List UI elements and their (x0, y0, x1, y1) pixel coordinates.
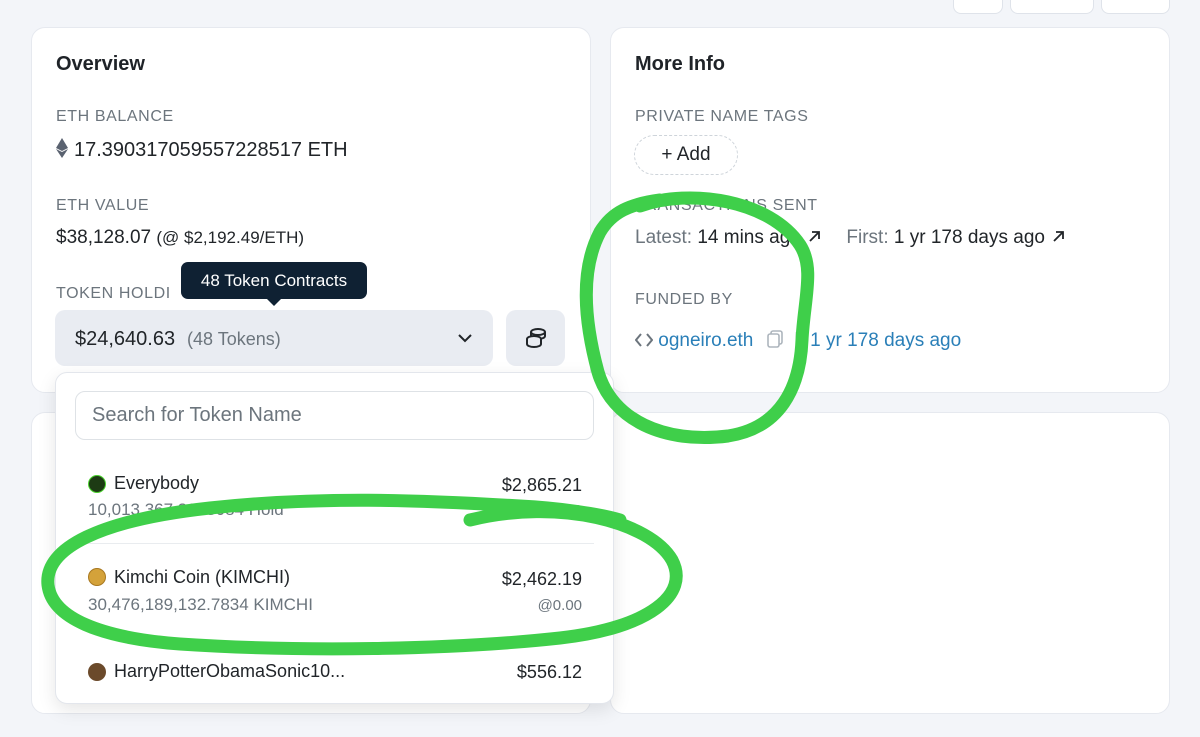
external-link-icon[interactable] (808, 230, 821, 243)
token-logo-icon (88, 568, 106, 586)
token-name: Everybody (114, 473, 200, 493)
token-usd-value: $2,865.21 (501, 475, 582, 495)
overview-title: Overview (56, 53, 145, 75)
chevron-down-icon (458, 334, 472, 343)
token-name: HarryPotterObamaSonic10... (114, 661, 346, 681)
token-dropdown-menu: Everybody $2,865.21 10,013,367.3633084 H… (55, 372, 614, 704)
funded-by-time[interactable]: 1 yr 178 days ago (810, 330, 961, 351)
eth-value-amount: $38,128.07 (56, 227, 152, 248)
first-value[interactable]: 1 yr 178 days ago (894, 227, 1045, 248)
code-brackets-icon (634, 333, 654, 347)
holdings-count: (48 Tokens) (187, 329, 281, 349)
token-usd-value: $2,462.19 (501, 569, 582, 589)
funded-by-separator: | (793, 330, 799, 351)
token-rate: @0.00 (537, 597, 582, 614)
funded-by-row: ogneiro.eth | 1 yr 178 days ago (634, 330, 961, 352)
more-button[interactable] (1101, 0, 1170, 14)
eth-value-label: ETH VALUE (56, 197, 150, 214)
ethereum-icon (56, 138, 68, 158)
first-label: First: (846, 227, 889, 248)
more-info-title: More Info (635, 53, 725, 75)
external-link-icon[interactable] (1052, 230, 1065, 243)
private-name-tags-label: PRIVATE NAME TAGS (635, 108, 809, 125)
token-name: Kimchi Coin (KIMCHI) (114, 567, 291, 587)
token-row-everybody[interactable]: Everybody $2,865.21 10,013,367.3633084 H… (56, 468, 613, 548)
token-holdings-dropdown[interactable]: $24,640.63 (48 Tokens) (55, 310, 493, 366)
token-row-kimchi[interactable]: Kimchi Coin (KIMCHI) $2,462.19 30,476,18… (56, 560, 613, 640)
token-logo-icon (88, 663, 106, 681)
eth-balance-label: ETH BALANCE (56, 108, 174, 125)
toolbar-button[interactable] (1010, 0, 1094, 14)
add-name-tag-button[interactable]: + Add (634, 135, 738, 175)
token-amount: 10,013,367.3633084 Hold (88, 500, 284, 519)
token-row-harrypotterobamasonic[interactable]: HarryPotterObamaSonic10... $556.12 (56, 657, 613, 737)
funded-by-address[interactable]: ogneiro.eth (658, 330, 753, 351)
eth-balance: 17.390317059557228517 ETH (56, 138, 348, 162)
token-search-input[interactable] (75, 391, 594, 440)
token-portfolio-button[interactable] (506, 310, 565, 366)
latest-value[interactable]: 14 mins ago (697, 227, 801, 248)
token-rate: @0.00 (537, 502, 582, 519)
token-amount: 30,476,189,132.7834 KIMCHI (88, 595, 313, 614)
transactions-sent-row: Latest: 14 mins ago First: 1 yr 178 days… (635, 227, 1065, 249)
holdings-total: $24,640.63 (75, 328, 176, 350)
more-info-card: More Info PRIVATE NAME TAGS TRANSACTIONS… (610, 27, 1170, 393)
lower-right-card (610, 412, 1170, 714)
funded-by-label: FUNDED BY (635, 291, 733, 308)
token-row-divider (75, 543, 594, 544)
favorite-button[interactable] (953, 0, 1003, 14)
token-contracts-tooltip: 48 Token Contracts (181, 262, 367, 306)
eth-balance-value: 17.390317059557228517 ETH (74, 139, 348, 161)
copy-icon[interactable] (766, 330, 783, 348)
token-logo-icon (88, 475, 106, 493)
token-usd-value: $556.12 (516, 662, 582, 682)
latest-label: Latest: (635, 227, 693, 248)
eth-value-rate: (@ $2,192.49/ETH) (156, 228, 305, 247)
eth-value: $38,128.07 (@ $2,192.49/ETH) (56, 227, 304, 249)
token-holdings-label: TOKEN HOLDI (56, 285, 171, 302)
transactions-sent-label: TRANSACTIONS SENT (635, 197, 818, 214)
coins-stack-icon (525, 328, 546, 349)
